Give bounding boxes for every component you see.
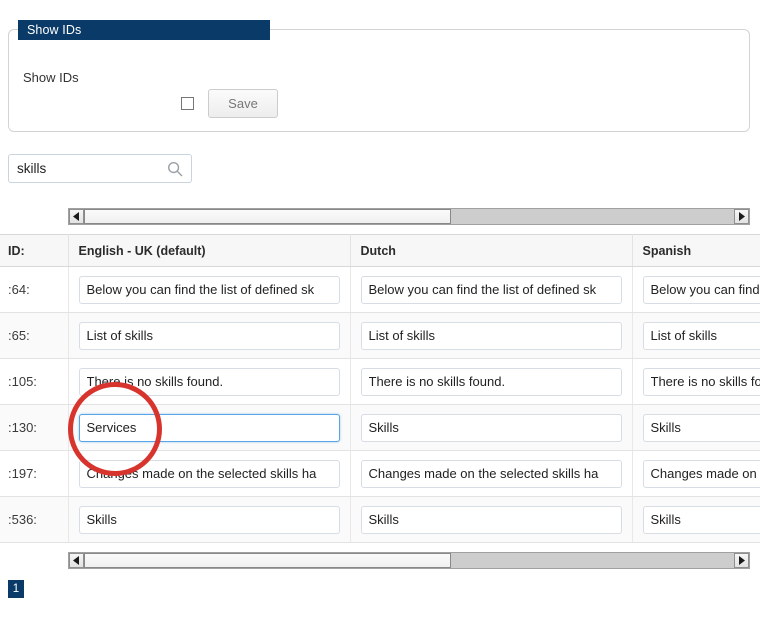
dutch-input-row-536[interactable] xyxy=(360,505,622,534)
english-input-row-65[interactable] xyxy=(78,321,340,350)
search-icon xyxy=(167,161,183,177)
table-scrollbar-bottom[interactable] xyxy=(68,552,750,569)
translations-table: ID: English - UK (default) Dutch Spanish… xyxy=(0,234,760,543)
dutch-input-row-65[interactable] xyxy=(360,321,622,350)
table-row: :130: xyxy=(0,404,760,451)
scrollbar-thumb-top[interactable] xyxy=(84,209,452,224)
row-id-cell: :105: xyxy=(0,358,69,405)
scrollbar-track-bottom[interactable] xyxy=(84,553,734,568)
translation-cell-spanish xyxy=(632,496,760,543)
table-row: :536: xyxy=(0,496,760,543)
translation-cell-english xyxy=(68,450,351,497)
table-body: :64::65::105::130::197::536: xyxy=(0,266,760,543)
show-ids-label: Show IDs xyxy=(23,70,79,85)
english-input-row-130[interactable] xyxy=(78,413,340,442)
column-header-dutch[interactable]: Dutch xyxy=(350,234,633,267)
translation-cell-english xyxy=(68,358,351,405)
panel-legend: Show IDs xyxy=(18,20,270,40)
translation-cell-dutch xyxy=(350,404,633,451)
translation-cell-dutch xyxy=(350,450,633,497)
translation-cell-spanish xyxy=(632,266,760,313)
table-header-row: ID: English - UK (default) Dutch Spanish xyxy=(0,234,760,267)
search-input[interactable] xyxy=(9,155,159,182)
table-row: :65: xyxy=(0,312,760,359)
table-row: :64: xyxy=(0,266,760,313)
translation-cell-spanish xyxy=(632,450,760,497)
show-ids-checkbox[interactable] xyxy=(181,97,194,110)
table-row: :105: xyxy=(0,358,760,405)
row-id-cell: :64: xyxy=(0,266,69,313)
english-input-row-536[interactable] xyxy=(78,505,340,534)
spanish-input-row-536[interactable] xyxy=(642,505,760,534)
column-header-english[interactable]: English - UK (default) xyxy=(68,234,351,267)
panel-border xyxy=(8,29,750,132)
row-id-cell: :65: xyxy=(0,312,69,359)
translation-cell-english xyxy=(68,312,351,359)
translation-cell-dutch xyxy=(350,496,633,543)
translation-cell-dutch xyxy=(350,266,633,313)
scroll-left-arrow-icon-top[interactable] xyxy=(69,209,84,224)
scrollbar-track-top[interactable] xyxy=(84,209,734,224)
dutch-input-row-130[interactable] xyxy=(360,413,622,442)
column-header-id[interactable]: ID: xyxy=(0,234,69,267)
spanish-input-row-197[interactable] xyxy=(642,459,760,488)
row-id-cell: :130: xyxy=(0,404,69,451)
table-scrollbar-top[interactable] xyxy=(68,208,750,225)
search-box[interactable] xyxy=(8,154,192,183)
spanish-input-row-64[interactable] xyxy=(642,275,760,304)
save-button[interactable]: Save xyxy=(208,89,278,118)
translation-cell-english xyxy=(68,496,351,543)
show-ids-panel: Show IDs Show IDs Save xyxy=(8,20,750,132)
english-input-row-105[interactable] xyxy=(78,367,340,396)
scroll-right-arrow-icon-bottom[interactable] xyxy=(734,553,749,568)
scroll-left-arrow-icon-bottom[interactable] xyxy=(69,553,84,568)
translation-cell-dutch xyxy=(350,312,633,359)
pagination-page-1[interactable]: 1 xyxy=(8,580,24,598)
row-id-cell: :197: xyxy=(0,450,69,497)
dutch-input-row-105[interactable] xyxy=(360,367,622,396)
table-row: :197: xyxy=(0,450,760,497)
pagination: 1 xyxy=(8,580,24,598)
spanish-input-row-105[interactable] xyxy=(642,367,760,396)
scrollbar-thumb-bottom[interactable] xyxy=(84,553,452,568)
translation-cell-spanish xyxy=(632,404,760,451)
column-header-spanish[interactable]: Spanish xyxy=(632,234,760,267)
translation-cell-spanish xyxy=(632,358,760,405)
english-input-row-64[interactable] xyxy=(78,275,340,304)
translations-table-container: ID: English - UK (default) Dutch Spanish… xyxy=(0,234,760,544)
translation-cell-dutch xyxy=(350,358,633,405)
english-input-row-197[interactable] xyxy=(78,459,340,488)
spanish-input-row-65[interactable] xyxy=(642,321,760,350)
dutch-input-row-64[interactable] xyxy=(360,275,622,304)
spanish-input-row-130[interactable] xyxy=(642,413,760,442)
row-id-cell: :536: xyxy=(0,496,69,543)
translation-cell-spanish xyxy=(632,312,760,359)
scroll-right-arrow-icon-top[interactable] xyxy=(734,209,749,224)
dutch-input-row-197[interactable] xyxy=(360,459,622,488)
translation-cell-english xyxy=(68,404,351,451)
translation-cell-english xyxy=(68,266,351,313)
